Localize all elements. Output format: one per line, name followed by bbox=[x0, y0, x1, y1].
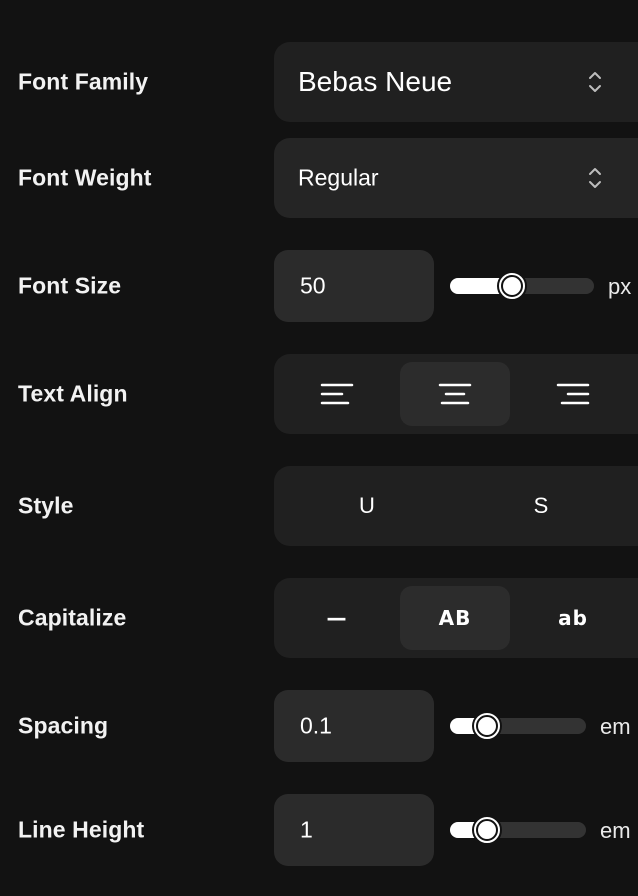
font-size-slider[interactable] bbox=[450, 271, 594, 301]
capitalize-none-label: — bbox=[326, 606, 348, 630]
capitalize-lowercase-label: ab bbox=[558, 606, 588, 630]
font-family-select[interactable]: Bebas Neue bbox=[274, 42, 638, 122]
capitalize-label: Capitalize bbox=[18, 604, 127, 631]
font-family-value: Bebas Neue bbox=[298, 66, 453, 97]
chevron-up-down-icon bbox=[589, 72, 601, 92]
capitalize-uppercase-button[interactable]: AB bbox=[400, 586, 510, 650]
font-family-label: Font Family bbox=[18, 68, 149, 95]
text-align-label: Text Align bbox=[18, 380, 128, 407]
spacing-input[interactable]: 0.1 bbox=[274, 690, 434, 762]
align-left-button[interactable] bbox=[282, 362, 392, 426]
font-size-value: 50 bbox=[300, 272, 326, 299]
font-weight-value: Regular bbox=[298, 164, 379, 191]
strikethrough-label: S bbox=[533, 493, 549, 518]
line-height-unit: em bbox=[600, 818, 631, 843]
line-height-slider-thumb[interactable] bbox=[471, 815, 502, 845]
font-size-label: Font Size bbox=[18, 272, 122, 299]
font-size-slider-thumb[interactable] bbox=[496, 271, 527, 301]
align-right-icon bbox=[556, 383, 590, 405]
font-weight-select[interactable]: Regular bbox=[274, 138, 638, 218]
capitalize-lowercase-button[interactable]: ab bbox=[518, 586, 628, 650]
align-center-button[interactable] bbox=[400, 362, 510, 426]
underline-label: U bbox=[359, 493, 375, 518]
style-label: Style bbox=[18, 492, 74, 519]
spacing-label: Spacing bbox=[18, 712, 109, 739]
line-height-label: Line Height bbox=[18, 816, 145, 843]
align-right-button[interactable] bbox=[518, 362, 628, 426]
align-left-icon bbox=[320, 383, 354, 405]
line-height-value: 1 bbox=[300, 816, 313, 843]
spacing-slider-thumb[interactable] bbox=[471, 711, 502, 741]
font-size-unit: px bbox=[608, 274, 632, 299]
spacing-slider[interactable] bbox=[450, 711, 586, 741]
capitalize-control[interactable]: — AB ab bbox=[274, 578, 638, 658]
style-control[interactable]: U S bbox=[274, 466, 638, 546]
spacing-value: 0.1 bbox=[300, 712, 332, 739]
font-weight-label: Font Weight bbox=[18, 164, 152, 191]
capitalize-uppercase-label: AB bbox=[438, 606, 472, 630]
line-height-slider[interactable] bbox=[450, 815, 586, 845]
text-align-control[interactable] bbox=[274, 354, 638, 434]
font-size-input[interactable]: 50 bbox=[274, 250, 434, 322]
spacing-unit: em bbox=[600, 714, 631, 739]
align-center-icon bbox=[438, 383, 472, 405]
underline-button[interactable]: U bbox=[312, 474, 422, 538]
line-height-input[interactable]: 1 bbox=[274, 794, 434, 866]
chevron-up-down-icon bbox=[589, 168, 601, 188]
capitalize-none-button[interactable]: — bbox=[282, 586, 392, 650]
strikethrough-button[interactable]: S bbox=[486, 474, 596, 538]
